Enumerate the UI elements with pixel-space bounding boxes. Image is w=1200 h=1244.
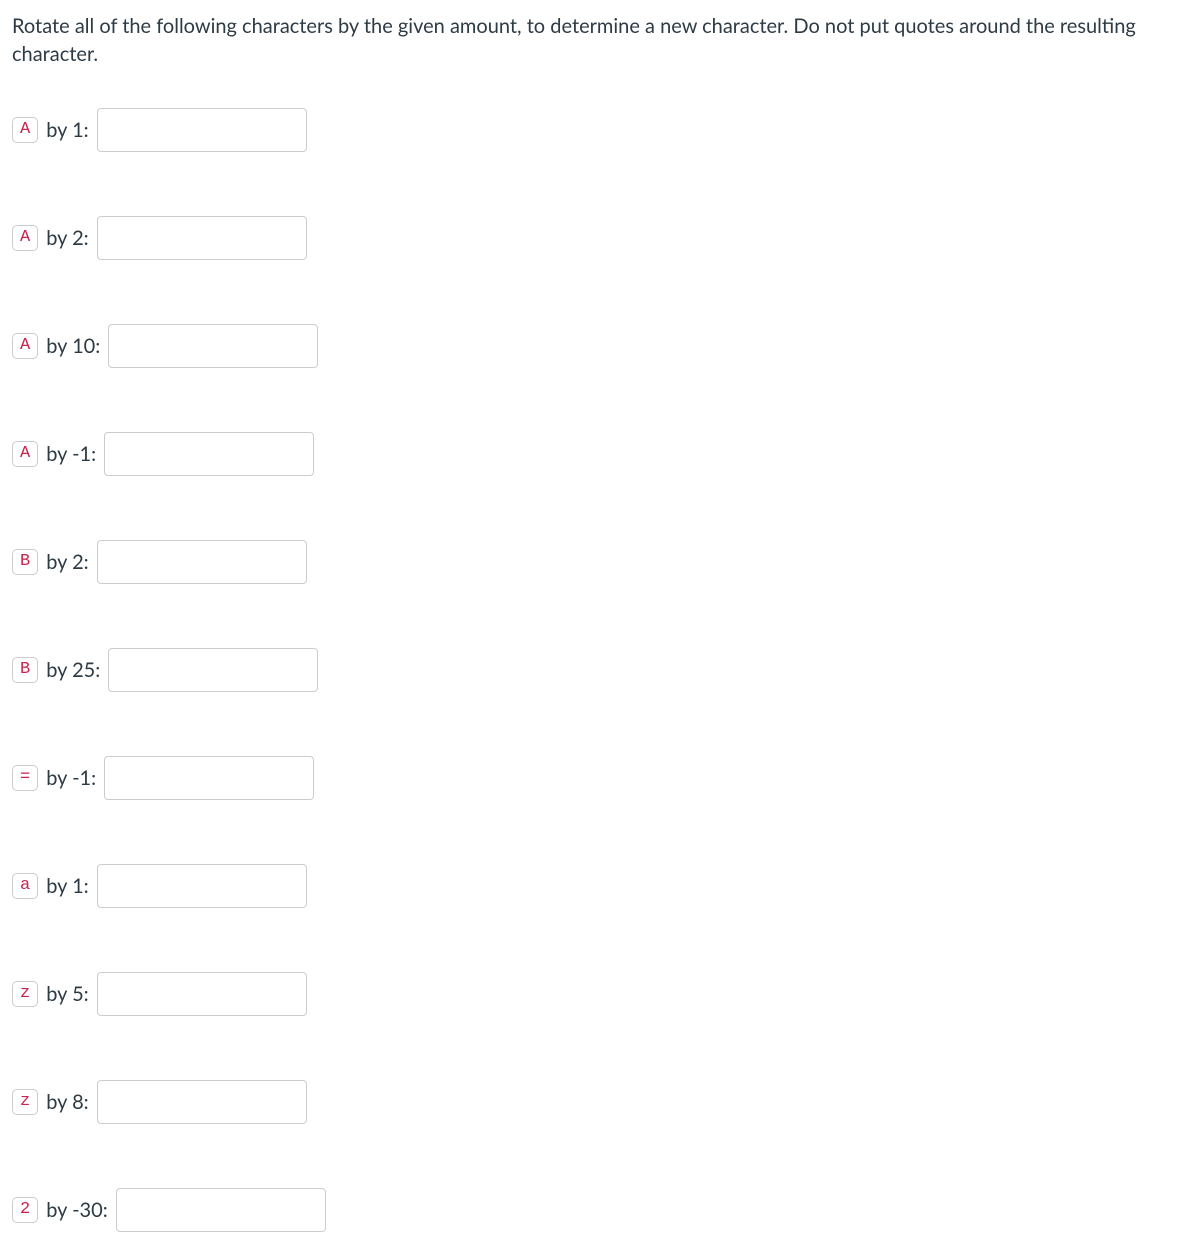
character-box: z [12,1089,38,1115]
character-box: z [12,981,38,1007]
by-amount-label: by 5: [46,980,88,1008]
answer-input[interactable] [97,1080,307,1124]
questions-list: Aby 1:Aby 2:Aby 10:Aby -1:Bby 2:Bby 25:=… [12,108,1188,1232]
by-amount-label: by 1: [46,116,88,144]
character-box: A [12,117,38,143]
by-amount-label: by -30: [46,1196,108,1224]
question-row: Bby 2: [12,540,1188,584]
by-amount-label: by 2: [46,548,88,576]
answer-input[interactable] [116,1188,326,1232]
question-row: 2 by -30: [12,1188,1188,1232]
answer-input[interactable] [97,108,307,152]
question-row: z by 8: [12,1080,1188,1124]
answer-input[interactable] [104,756,314,800]
by-amount-label: by -1: [46,440,96,468]
answer-input[interactable] [97,216,307,260]
character-box: 2 [12,1197,38,1223]
question-row: Aby 1: [12,108,1188,152]
answer-input[interactable] [97,972,307,1016]
character-box: A [12,225,38,251]
character-box: B [12,549,38,575]
by-amount-label: by -1: [46,764,96,792]
question-row: = by -1: [12,756,1188,800]
answer-input[interactable] [97,540,307,584]
question-row: z by 5: [12,972,1188,1016]
question-row: Bby 25: [12,648,1188,692]
character-box: A [12,333,38,359]
by-amount-label: by 2: [46,224,88,252]
question-row: Aby -1: [12,432,1188,476]
question-row: Aby 10: [12,324,1188,368]
by-amount-label: by 10: [46,332,100,360]
by-amount-label: by 25: [46,656,100,684]
by-amount-label: by 1: [46,872,88,900]
answer-input[interactable] [108,648,318,692]
answer-input[interactable] [104,432,314,476]
character-box: A [12,441,38,467]
character-box: a [12,873,38,899]
answer-input[interactable] [97,864,307,908]
question-row: Aby 2: [12,216,1188,260]
character-box: B [12,657,38,683]
character-box: = [12,765,38,791]
answer-input[interactable] [108,324,318,368]
by-amount-label: by 8: [46,1088,88,1116]
question-row: a by 1: [12,864,1188,908]
instructions-text: Rotate all of the following characters b… [12,12,1188,68]
